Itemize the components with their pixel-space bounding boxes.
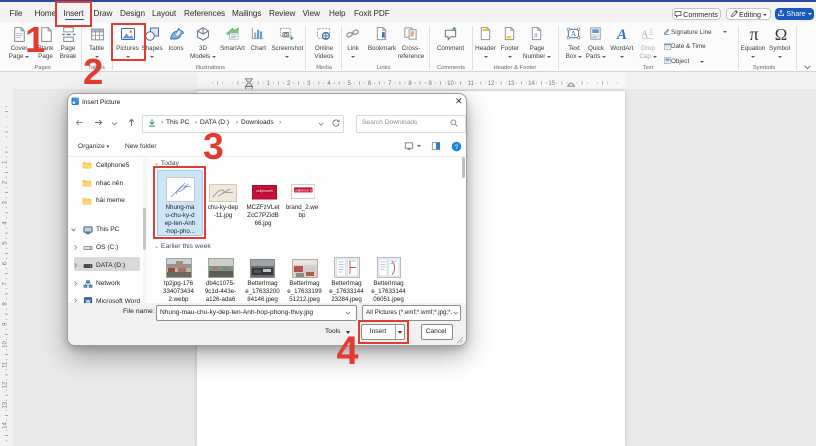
svg-text:14: 14 [528,81,535,87]
svg-text:15: 15 [548,81,555,87]
svg-text:A: A [616,27,627,42]
svg-text:11: 11 [468,81,475,87]
svg-text:#: # [534,33,538,40]
svg-text:13: 13 [508,81,515,87]
svg-text:12: 12 [3,381,9,388]
svg-text:12: 12 [488,81,495,87]
svg-text:13: 13 [3,401,9,408]
svg-text:Ω: Ω [774,25,787,43]
svg-text:11: 11 [3,361,9,368]
svg-text:cellphoneS: cellphoneS [256,189,274,193]
svg-text:?: ? [455,143,459,150]
svg-text:A: A [571,29,577,38]
svg-text:10: 10 [447,81,454,87]
svg-text:cellphone S: cellphone S [294,188,312,192]
svg-text:π: π [749,25,758,43]
svg-text:10: 10 [3,341,9,348]
svg-text:14: 14 [3,422,9,429]
